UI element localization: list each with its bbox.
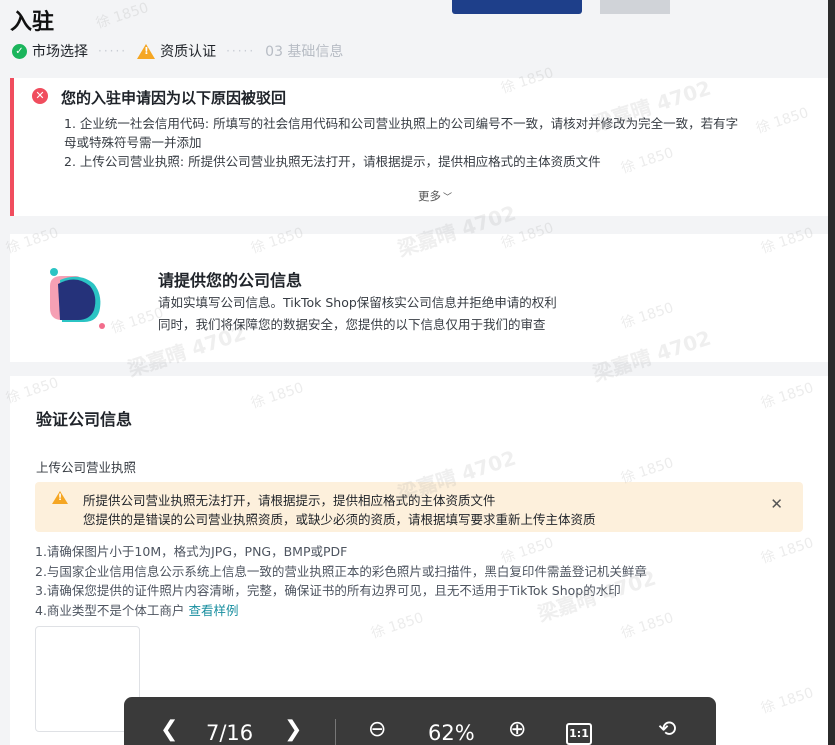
actual-size-button[interactable]: 1:1 [566,723,592,745]
zoom-out-icon[interactable]: ⊖ [368,717,386,742]
step-basic-info[interactable]: 03 基础信息 [265,41,343,61]
error-icon: ✕ [32,88,48,104]
page-title: 入驻 [10,10,55,35]
step-label: 市场选择 [32,44,88,60]
company-info-card: 请提供您的公司信息 请如实填写公司信息。TikTok Shop保留核实公司信息并… [10,234,832,362]
step-separator: ····· [226,44,256,58]
rejection-list: 1. 企业统一社会信用代码: 所填写的社会信用代码和公司营业执照上的公司编号不一… [64,114,814,171]
rejection-item: 2. 上传公司营业执照: 所提供公司营业执照无法打开，请根据提示，提供相应格式的… [64,154,601,169]
top-banner-secondary [600,0,670,14]
more-button[interactable]: 更多 ﹀ [418,188,452,204]
requirement-text: 4.商业类型不是个体工商户 [35,602,185,618]
next-page-button[interactable]: ❯ [284,717,302,742]
close-icon[interactable]: ✕ [770,495,783,513]
page-indicator: 7/16 [206,721,254,745]
section-title: 验证公司信息 [36,410,133,429]
requirement-item: 2.与国家企业信用信息公示系统上信息一致的营业执照正本的彩色照片或扫描件，黑白复… [35,563,647,579]
more-label: 更多 [418,189,441,203]
warning-icon [137,43,156,59]
image-viewer-toolbar: ❮ 7/16 ❯ ⊖ 62% ⊕ 1:1 ⟲ [124,697,716,745]
verify-company-card: 验证公司信息 上传公司营业执照 所提供公司营业执照无法打开，请根据提示，提供相应… [10,376,832,745]
step-label: 03 基础信息 [265,44,344,60]
previous-page-button[interactable]: ❮ [160,717,178,742]
page: 入驻 ✓ 市场选择 ····· 资质认证 ····· 03 基础信息 ✕ 您的入… [0,0,835,745]
rejection-item: 1. 企业统一社会信用代码: 所填写的社会信用代码和公司营业执照上的公司编号不一… [64,116,739,131]
warning-alert: 所提供公司营业执照无法打开，请根据提示，提供相应格式的主体资质文件 您提供的是错… [35,482,803,532]
warning-text: 所提供公司营业执照无法打开，请根据提示，提供相应格式的主体资质文件 [83,493,496,508]
company-info-text: 请如实填写公司信息。TikTok Shop保留核实公司信息并拒绝申请的权利 [158,295,557,310]
rotate-icon[interactable]: ⟲ [658,717,676,742]
step-indicator: ✓ 市场选择 ····· 资质认证 ····· 03 基础信息 [12,40,343,62]
step-market[interactable]: ✓ 市场选择 [12,41,88,61]
window-edge [828,0,835,745]
step-qualification[interactable]: 资质认证 [137,41,216,61]
requirement-item: 1.请确保图片小于10M，格式为JPG，PNG，BMP或PDF [35,544,348,559]
zoom-level: 62% [428,721,475,745]
step-label: 资质认证 [160,44,217,60]
rejection-title: 您的入驻申请因为以下原因被驳回 [61,89,287,107]
top-banner [452,0,582,14]
check-icon: ✓ [12,43,27,59]
view-sample-link[interactable]: 查看样例 [188,603,238,618]
requirement-item: 3.请确保您提供的证件照片内容清晰，完整，确保证书的所有边界可见，且无不适用于T… [35,583,621,598]
watermark: 徐 1850 [94,0,151,32]
warning-text: 您提供的是错误的公司营业执照资质，或缺少必须的资质，请根据填写要求重新上传主体资… [83,512,596,527]
profile-illustration-icon [50,268,105,329]
requirement-item: 4.商业类型不是个体工商户 查看样例 [35,601,815,621]
upload-license-label: 上传公司营业执照 [36,460,137,475]
rejection-card: ✕ 您的入驻申请因为以下原因被驳回 1. 企业统一社会信用代码: 所填写的社会信… [10,78,832,216]
step-separator: ····· [98,44,128,58]
company-info-title: 请提供您的公司信息 [158,271,303,290]
zoom-in-icon[interactable]: ⊕ [508,717,526,742]
warning-icon [52,491,68,504]
chevron-down-icon: ﹀ [443,193,453,203]
rejection-item: 母或特殊符号需一并添加 [64,135,202,150]
toolbar-divider [335,719,336,745]
requirements-list: 1.请确保图片小于10M，格式为JPG，PNG，BMP或PDF 2.与国家企业信… [35,542,815,620]
company-info-text: 同时，我们将保障您的数据安全，您提供的以下信息仅用于我们的审查 [158,317,546,332]
